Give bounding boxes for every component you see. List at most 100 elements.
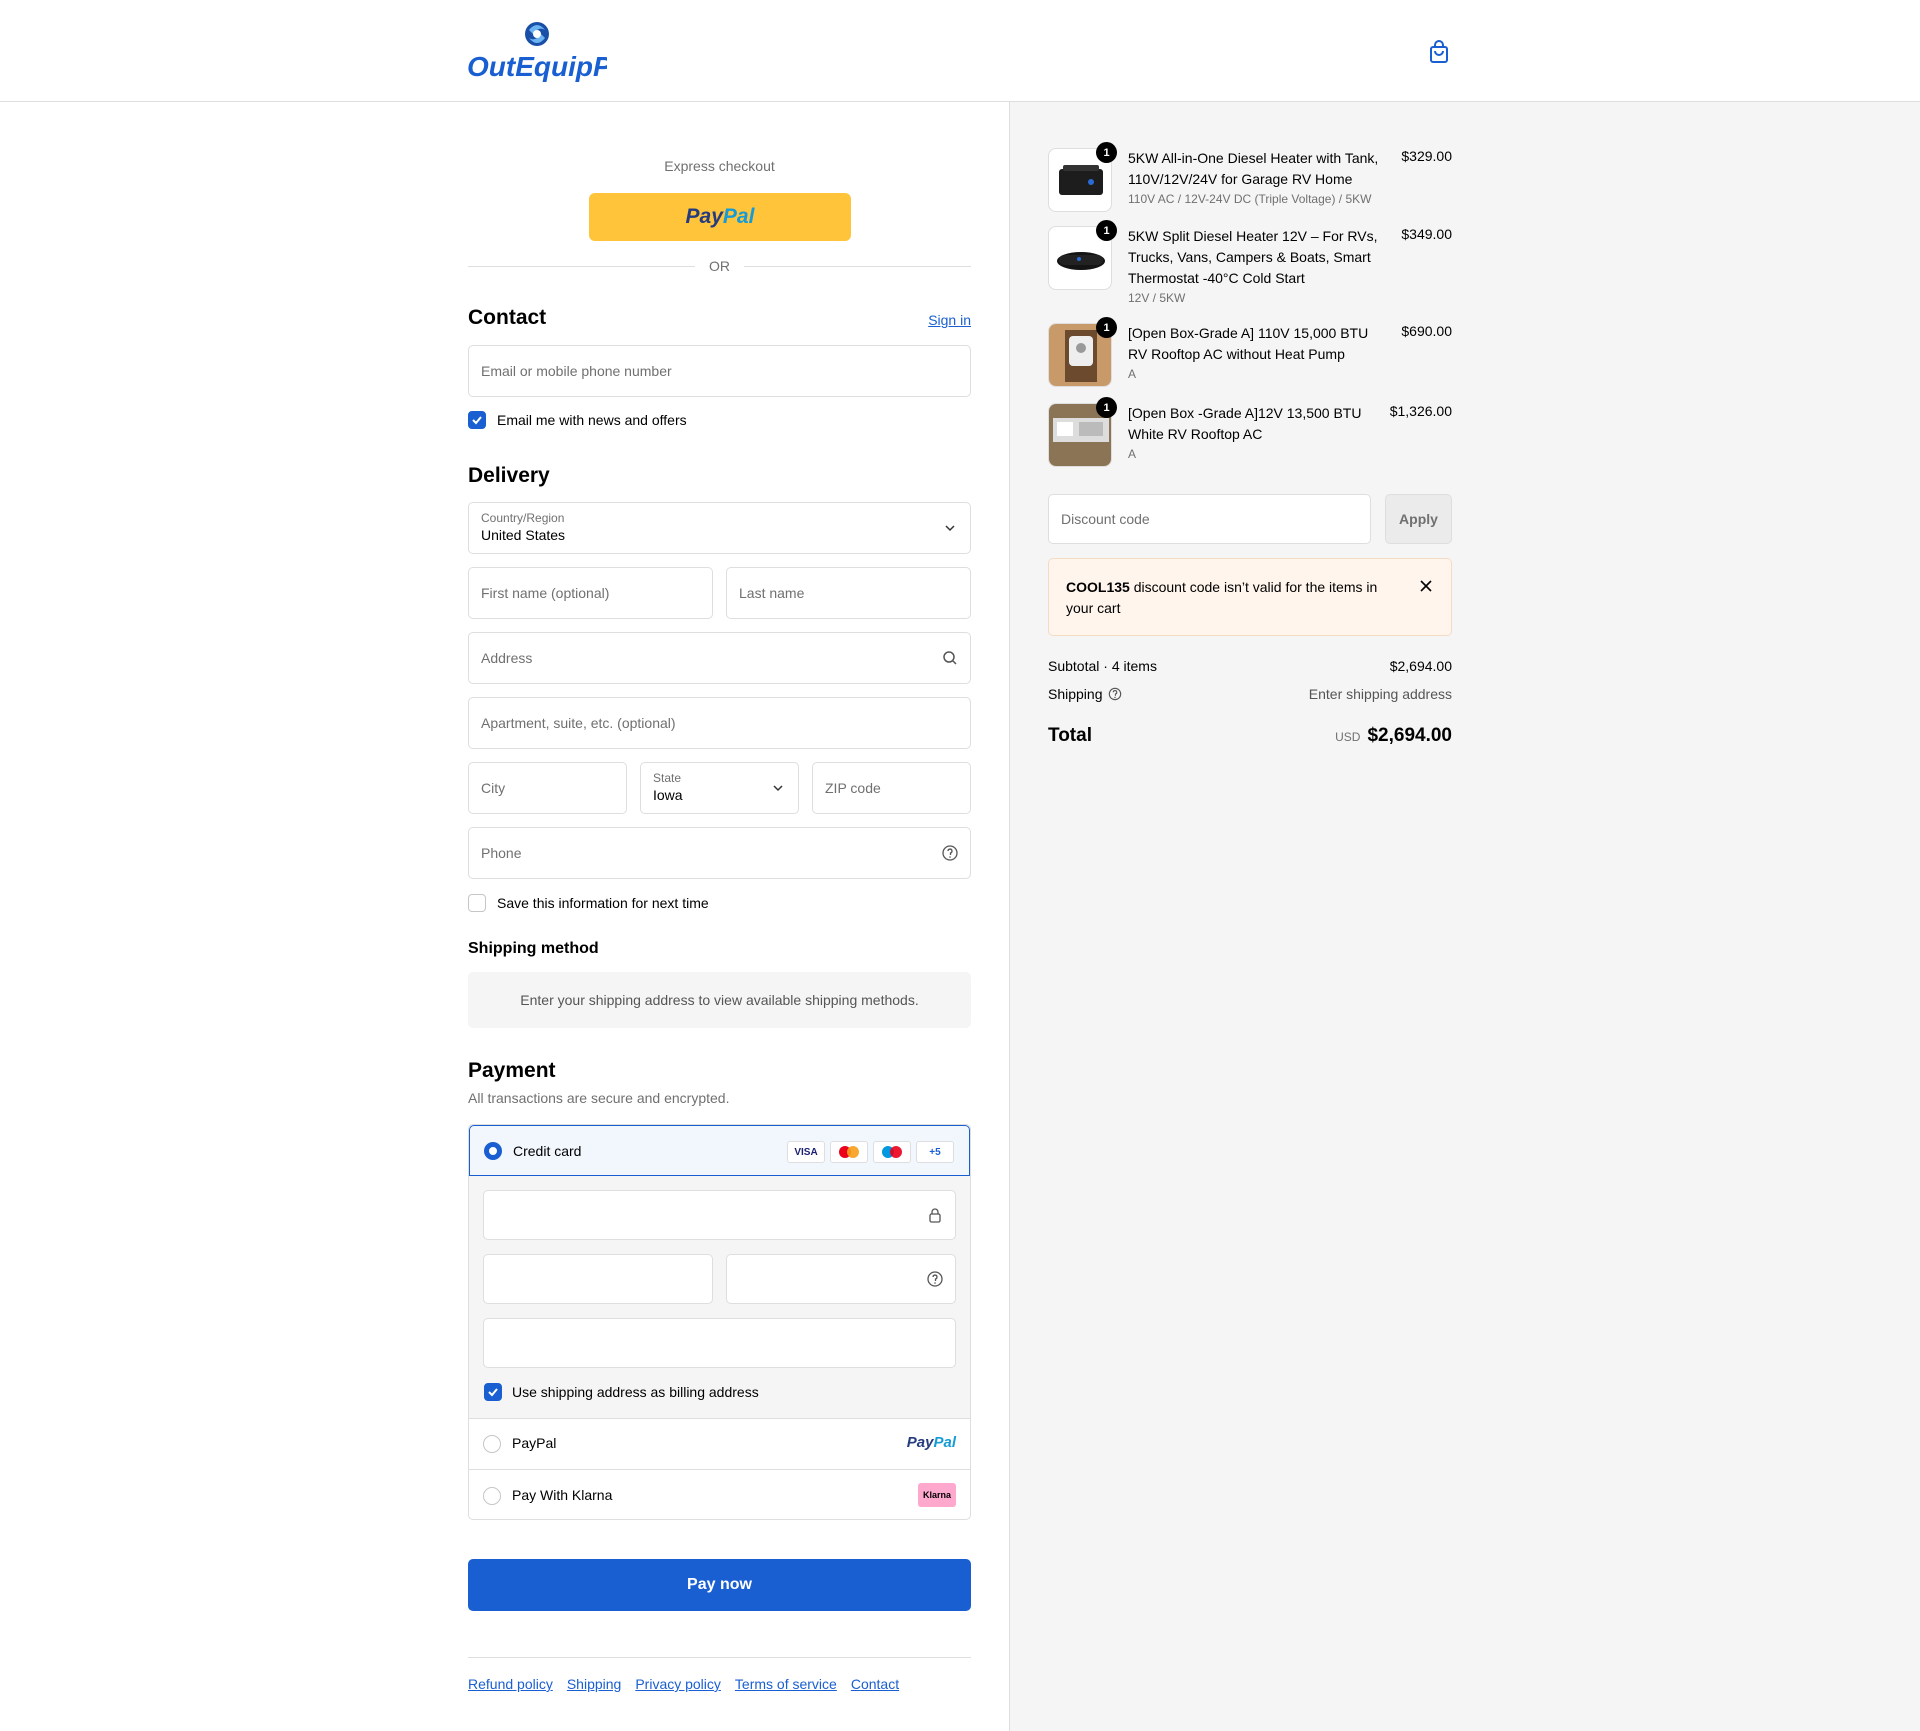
cart-item: 1 [Open Box -Grade A]12V 13,500 BTU Whit…	[1048, 397, 1452, 469]
product-price: $1,326.00	[1389, 403, 1452, 419]
quantity-badge: 1	[1096, 317, 1117, 338]
state-value: Iowa	[653, 787, 683, 803]
help-circle-icon[interactable]	[1108, 687, 1122, 701]
contact-link[interactable]: Contact	[851, 1676, 899, 1692]
maestro-icon	[873, 1141, 911, 1163]
city-field[interactable]	[469, 763, 626, 813]
paypal-option[interactable]: PayPal PayPal	[469, 1418, 970, 1469]
country-value: United States	[481, 527, 566, 543]
paypal-logo-pal: Pal	[933, 1434, 956, 1451]
help-circle-icon[interactable]	[942, 845, 958, 861]
check-icon	[488, 1388, 498, 1397]
address-field[interactable]	[469, 633, 970, 683]
privacy-policy-link[interactable]: Privacy policy	[635, 1676, 721, 1692]
name-on-card-wrapper	[483, 1318, 956, 1368]
total-row: Total USD $2,694.00	[1048, 725, 1452, 747]
currency-code: USD	[1335, 730, 1361, 744]
credit-card-option[interactable]: Credit card VISA +5	[469, 1125, 970, 1176]
shipping-policy-link[interactable]: Shipping	[567, 1676, 622, 1692]
klarna-option-label: Pay With Klarna	[512, 1487, 613, 1503]
phone-field[interactable]	[469, 828, 970, 878]
paypal-option-label: PayPal	[512, 1435, 557, 1451]
cart-item: 1 5KW All-in-One Diesel Heater with Tank…	[1048, 142, 1452, 214]
state-select[interactable]: State Iowa	[640, 762, 799, 814]
apartment-wrapper	[468, 697, 971, 749]
apply-discount-button[interactable]: Apply	[1385, 494, 1452, 544]
cart-item: 1 5KW Split Diesel Heater 12V – For RVs,…	[1048, 220, 1452, 310]
paypal-logo-pay: Pay	[685, 205, 723, 228]
help-circle-icon[interactable]	[927, 1271, 943, 1287]
klarna-option[interactable]: Pay With Klarna Klarna	[469, 1469, 970, 1519]
country-select[interactable]: Country/Region United States	[468, 502, 971, 554]
product-variant: A	[1128, 447, 1137, 461]
header: OutEquipPro	[0, 0, 1920, 102]
shipping-method-title: Shipping method	[468, 940, 599, 957]
billing-same-checkbox[interactable]	[484, 1383, 502, 1401]
close-icon[interactable]	[1419, 579, 1433, 593]
payment-subtitle: All transactions are secure and encrypte…	[468, 1090, 730, 1106]
card-number-field[interactable]	[484, 1191, 955, 1239]
chevron-down-icon	[945, 525, 955, 532]
subtotal-label: Subtotal · 4 items	[1048, 658, 1157, 674]
pay-now-button[interactable]: Pay now	[468, 1559, 971, 1611]
terms-of-service-link[interactable]: Terms of service	[735, 1676, 837, 1692]
product-variant: 110V AC / 12V-24V DC (Triple Voltage) / …	[1128, 192, 1372, 206]
cart-bag-icon[interactable]	[1428, 40, 1450, 64]
first-name-field[interactable]	[469, 568, 712, 618]
city-wrapper	[468, 762, 627, 814]
shipping-method-notice: Enter your shipping address to view avai…	[468, 972, 971, 1028]
last-name-field[interactable]	[727, 568, 970, 618]
visa-icon: VISA	[787, 1141, 825, 1163]
apartment-field[interactable]	[469, 698, 970, 748]
paypal-logo-pay: Pay	[906, 1434, 934, 1451]
total-value: $2,694.00	[1367, 725, 1452, 746]
email-field-wrapper	[468, 345, 971, 397]
product-variant: 12V / 5KW	[1128, 291, 1186, 305]
subtotal-value: $2,694.00	[1389, 658, 1452, 674]
newsletter-checkbox[interactable]	[468, 411, 486, 429]
contact-title: Contact	[468, 306, 547, 329]
paypal-radio[interactable]	[483, 1435, 501, 1453]
expiry-field[interactable]	[484, 1255, 712, 1303]
product-title: [Open Box -Grade A]12V 13,500 BTU White …	[1128, 405, 1362, 442]
delivery-title: Delivery	[468, 464, 550, 487]
quantity-badge: 1	[1096, 142, 1117, 163]
country-label: Country/Region	[481, 511, 565, 525]
product-details: 5KW Split Diesel Heater 12V – For RVs, T…	[1128, 226, 1386, 307]
product-price: $329.00	[1401, 148, 1452, 164]
zip-field[interactable]	[813, 763, 970, 813]
discount-error-banner: COOL135 discount code isn’t valid for th…	[1048, 558, 1452, 636]
product-details: [Open Box -Grade A]12V 13,500 BTU White …	[1128, 403, 1386, 463]
express-checkout-title: Express checkout	[664, 158, 775, 174]
quantity-badge: 1	[1096, 220, 1117, 241]
subtotal-row: Subtotal · 4 items $2,694.00	[1048, 658, 1452, 674]
shipping-value: Enter shipping address	[1308, 686, 1452, 702]
product-price: $690.00	[1401, 323, 1452, 339]
credit-card-label: Credit card	[513, 1143, 582, 1159]
cvv-wrapper	[726, 1254, 956, 1304]
credit-card-radio[interactable]	[484, 1142, 502, 1160]
state-label: State	[653, 771, 682, 785]
name-on-card-field[interactable]	[484, 1319, 955, 1367]
paypal-logo: PayPal	[907, 1434, 956, 1451]
paypal-logo-pal: Pal	[722, 205, 755, 228]
product-title: 5KW All-in-One Diesel Heater with Tank, …	[1128, 150, 1379, 187]
paypal-express-button[interactable]: Pay Pal	[589, 193, 851, 241]
klarna-radio[interactable]	[483, 1487, 501, 1505]
cvv-field[interactable]	[727, 1255, 955, 1303]
shipping-row: Shipping Enter shipping address	[1048, 686, 1452, 702]
payment-methods: Credit card VISA +5 Use shipping address…	[468, 1124, 971, 1520]
newsletter-label: Email me with news and offers	[497, 412, 687, 428]
chevron-down-icon	[773, 785, 783, 792]
quantity-badge: 1	[1096, 397, 1117, 418]
discount-code-field[interactable]	[1049, 495, 1370, 543]
save-info-checkbox[interactable]	[468, 894, 486, 912]
check-icon	[472, 416, 482, 425]
email-field[interactable]	[469, 346, 970, 396]
brand-logo[interactable]: OutEquipPro	[467, 20, 640, 82]
expiry-wrapper	[483, 1254, 713, 1304]
refund-policy-link[interactable]: Refund policy	[468, 1676, 553, 1692]
last-name-wrapper	[726, 567, 971, 619]
sign-in-link[interactable]: Sign in	[928, 312, 971, 328]
discount-error-message: COOL135 discount code isn’t valid for th…	[1066, 577, 1396, 619]
